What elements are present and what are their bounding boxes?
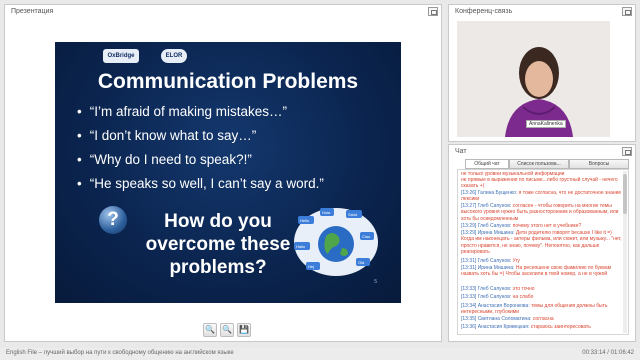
chat-message-time: [13:33]: [461, 294, 477, 300]
status-title: English File – лучший выбор на пути к св…: [6, 350, 234, 356]
chat-message-user: Галина Бущенко:: [477, 190, 518, 196]
tab-general-chat[interactable]: Общий чат: [465, 159, 509, 169]
oxbridge-logo: OxBridge: [103, 49, 139, 63]
chat-message: [13:33] Глеб Сапунов: это точно: [461, 286, 625, 292]
globe-hello-image: Hello Hola Salut Ciao Hallo Olá Hej: [294, 208, 378, 276]
chat-scroll-thumb[interactable]: [623, 174, 627, 214]
slide-bullet: “He speaks so well, I can’t say a word.”: [77, 176, 324, 191]
slide-question-line: overcome these: [145, 234, 291, 255]
status-bar: English File – лучший выбор на пути к св…: [0, 348, 640, 360]
zoom-out-button[interactable]: 🔍: [220, 323, 234, 337]
slide-page-number: 5: [374, 279, 377, 285]
chat-message-user: Анастасия Кривецкая:: [477, 324, 530, 330]
globe-word: Hola: [322, 210, 331, 215]
chat-message-user: Глеб Сапунов:: [477, 258, 512, 264]
slide-question-line: How do you: [164, 211, 272, 232]
chat-message-text: Угу: [512, 258, 520, 264]
chat-message-user: Ирина Мишина:: [477, 230, 515, 236]
slide-bullet: “I’m afraid of making mistakes…”: [77, 104, 287, 119]
globe-word: Olá: [358, 260, 365, 265]
chat-message-time: [13:35]: [461, 316, 477, 322]
chat-message: не прямые в выражения по письме...либо г…: [461, 177, 625, 190]
chat-message-time: [13:29]: [461, 223, 477, 229]
chat-message: [13:31] Глеб Сапунов: Угу: [461, 258, 625, 264]
video-feed: AnnaKalinenka: [457, 21, 610, 137]
chat-message-user: Светлана Соломатина:: [477, 316, 532, 322]
globe-word: Hallo: [296, 244, 306, 249]
chat-message-user: Глеб Сапунов:: [477, 223, 512, 229]
chat-message-text: на слабо: [512, 294, 534, 300]
chat-message-text: почему этого нет в учебнике?: [512, 223, 582, 229]
chat-message-time: [13:33]: [461, 286, 477, 292]
presentation-maximize-button[interactable]: [428, 7, 438, 16]
participant-name-label: AnnaKalinenka: [526, 120, 566, 128]
chat-message-user: Глеб Сапунов:: [477, 203, 512, 209]
chat-message: [13:27] Глеб Сапунов: согласен - чтобы г…: [461, 203, 625, 222]
zoom-out-icon: 🔍: [222, 325, 232, 334]
elor-logo: ELOR: [161, 49, 187, 63]
slide: OxBridge ELOR Communication Problems “I’…: [55, 42, 401, 303]
chat-maximize-button[interactable]: [622, 147, 632, 156]
save-icon: 💾: [239, 325, 249, 334]
slide-question-line: problems?: [169, 257, 267, 278]
chat-message-user: Глеб Сапунов:: [477, 286, 512, 292]
globe-word: Hej: [308, 264, 314, 269]
globe-word: Salut: [348, 212, 358, 217]
chat-message: [13:34] Анастасия Воронкова: темы для об…: [461, 303, 625, 316]
chat-message: [13:33] Глеб Сапунов: на слабо: [461, 294, 625, 300]
zoom-in-icon: 🔍: [205, 325, 215, 334]
status-time: 00:33:14 / 01:06:42: [582, 350, 634, 356]
chat-messages: не только уровни музыкальной информации …: [457, 169, 629, 335]
presentation-title: Презентация: [11, 8, 54, 15]
slide-bullet: “Why do I need to speak?!”: [77, 152, 252, 167]
chat-message-text: стараюсь заинтересовать: [530, 324, 591, 330]
chat-message-time: [13:36]: [461, 324, 477, 330]
zoom-in-button[interactable]: 🔍: [203, 323, 217, 337]
slide-question: How do you overcome these problems?: [123, 210, 313, 279]
chat-message-text: это точно: [512, 286, 535, 292]
chat-message-text: согласна: [532, 316, 554, 322]
chat-message-time: [13:27]: [461, 203, 477, 209]
slide-heading: Communication Problems: [97, 70, 359, 93]
tab-questions[interactable]: Вопросы: [569, 159, 629, 169]
globe-word: Ciao: [362, 234, 371, 239]
chat-message: [13:35] Светлана Соломатина: согласна: [461, 316, 625, 322]
chat-message-time: [13:26]: [461, 190, 477, 196]
presentation-panel: Презентация OxBridge ELOR Communication …: [4, 4, 442, 342]
globe-word: Hello: [300, 218, 310, 223]
chat-message: [13:29] Глеб Сапунов: почему этого нет в…: [461, 223, 625, 229]
chat-message: [13:31] Ирина Мишина: На ресепшене свою …: [461, 265, 625, 278]
chat-message: [13:26] Галина Бущенко: я тоже согласна,…: [461, 190, 625, 203]
chat-title: Чат: [455, 148, 467, 155]
chat-message-time: [13:31]: [461, 258, 477, 264]
chat-message-user: Глеб Сапунов:: [477, 294, 512, 300]
chat-message-time: [13:29]: [461, 230, 477, 236]
conference-title: Конференц-связь: [455, 8, 513, 15]
conference-maximize-button[interactable]: [622, 7, 632, 16]
chat-message-user: Анастасия Воронкова:: [477, 303, 530, 309]
slide-bullet: “I don’t know what to say…”: [77, 128, 257, 143]
tab-user-list[interactable]: Список пользова...: [509, 159, 569, 169]
conference-panel: Конференц-связь AnnaKalinenka: [448, 4, 636, 142]
chat-message: [13:36] Анастасия Кривецкая: стараюсь за…: [461, 324, 625, 330]
save-button[interactable]: 💾: [237, 323, 251, 337]
chat-message: [13:29] Ирина Мишина: Дети родителю гово…: [461, 230, 625, 255]
chat-message-time: [13:34]: [461, 303, 477, 309]
chat-message-text: не прямые в выражения по письме...либо г…: [461, 177, 618, 190]
chat-panel: Чат Общий чат Список пользова... Вопросы…: [448, 144, 636, 342]
